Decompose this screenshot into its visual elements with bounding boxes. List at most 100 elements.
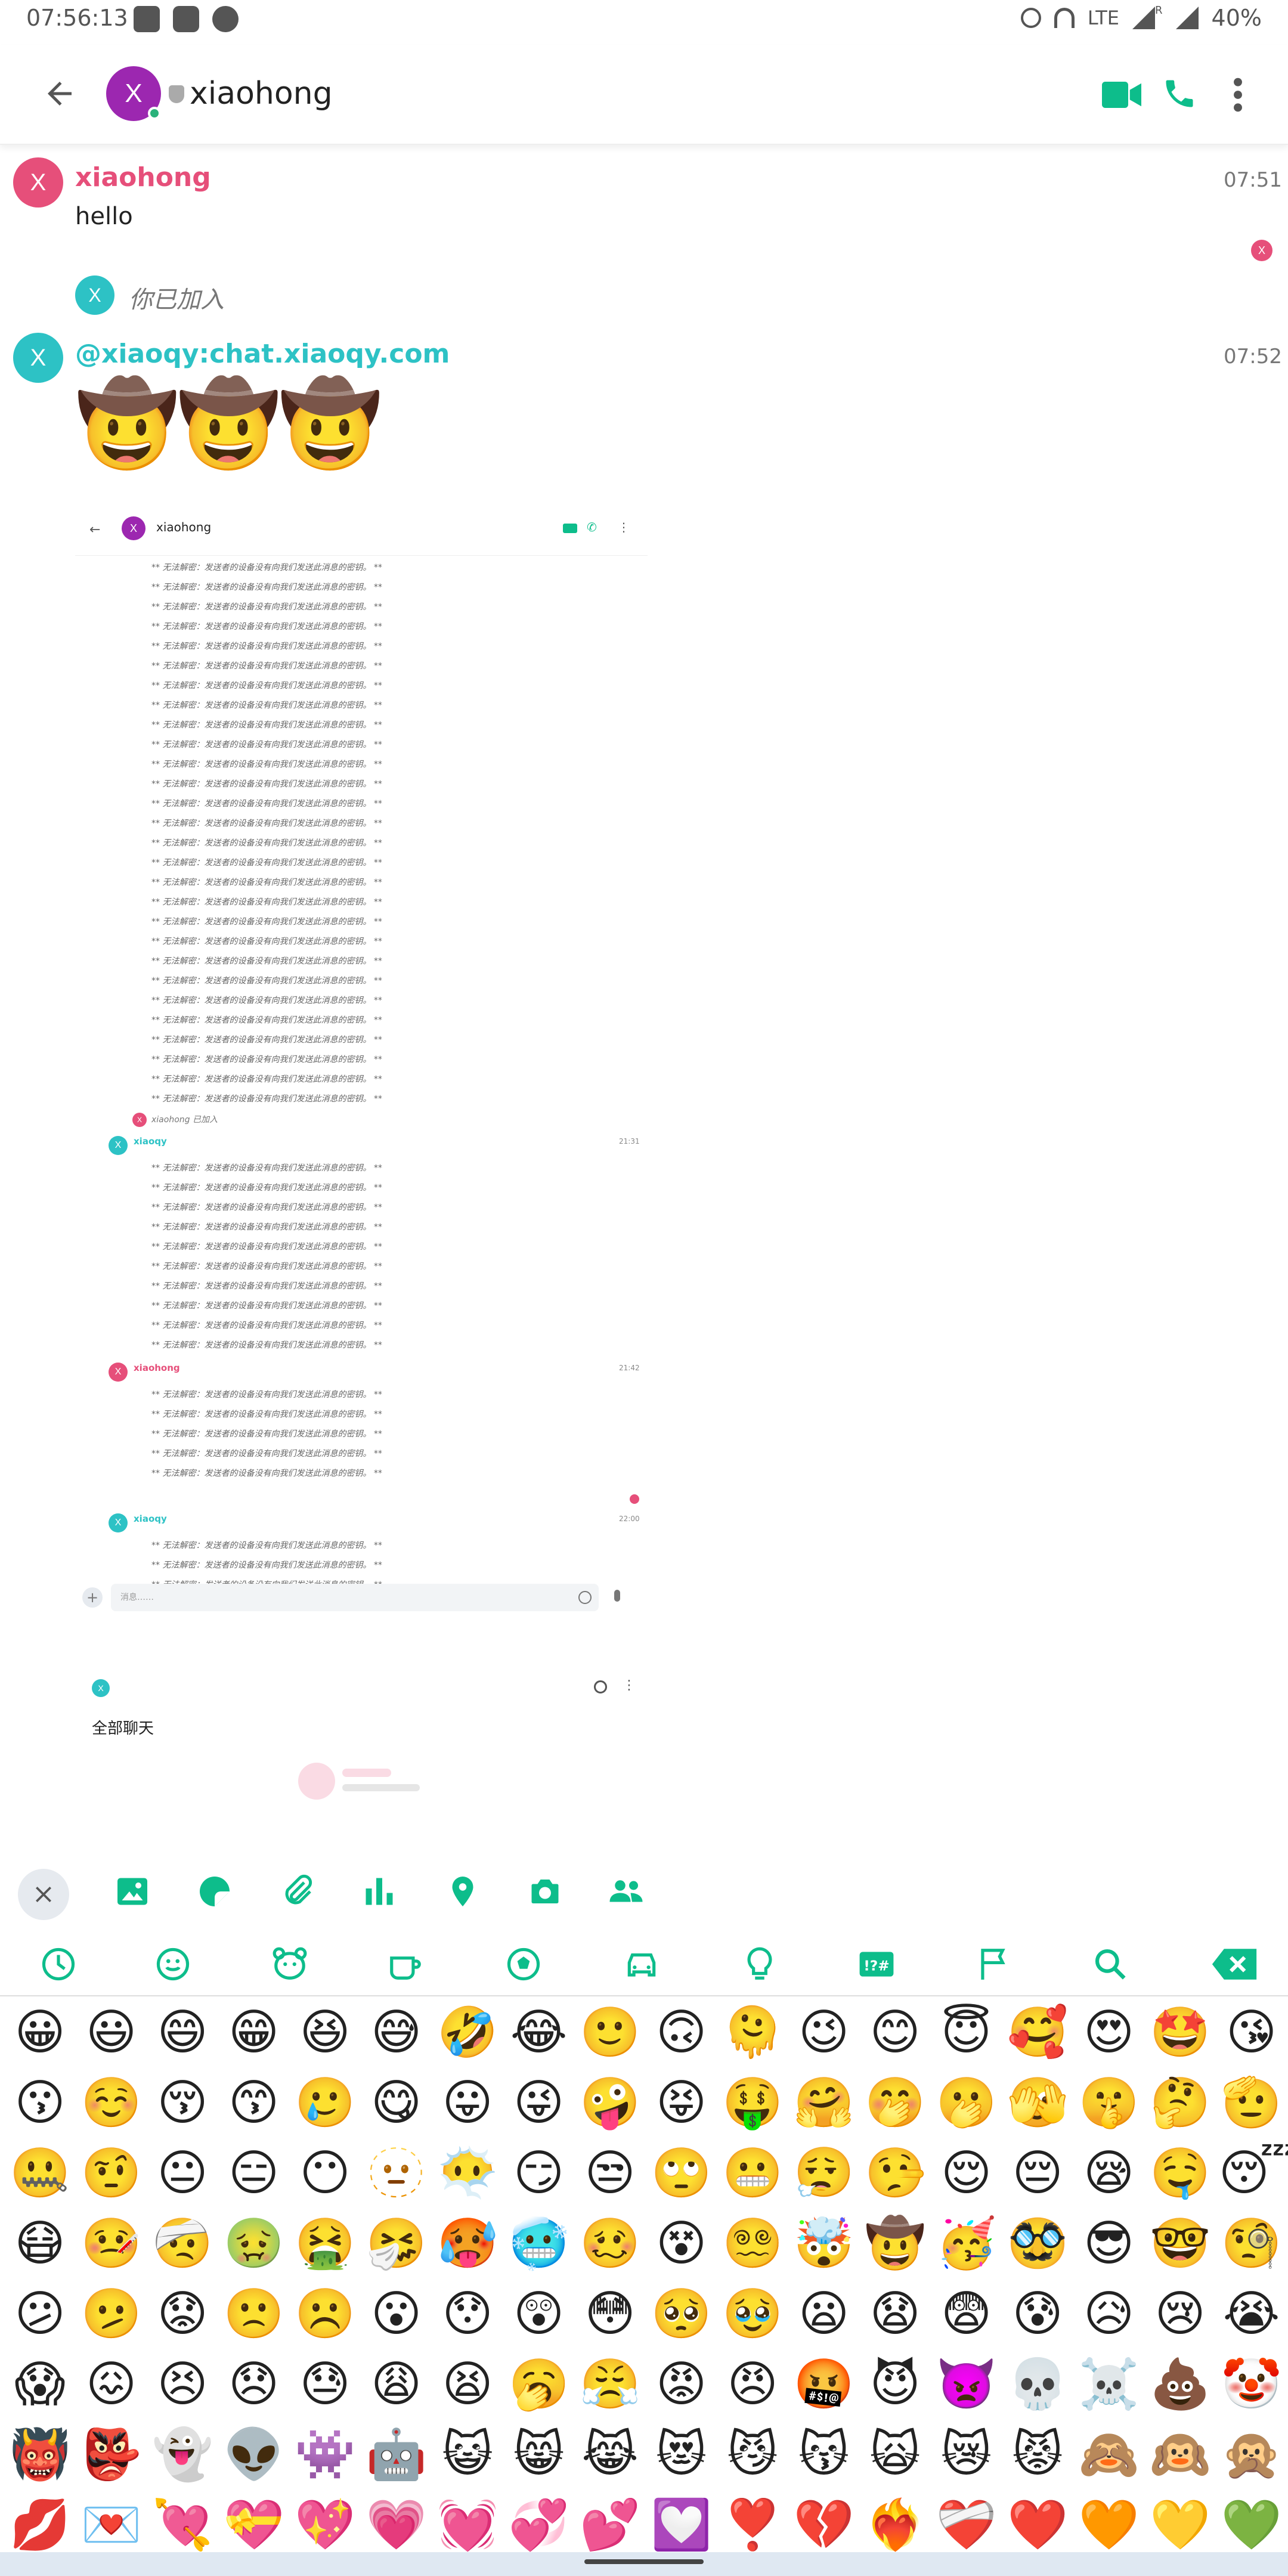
camera-button[interactable] — [524, 1870, 566, 1913]
emoji-key[interactable]: 🤢 — [221, 2211, 287, 2277]
emoji-key[interactable]: 💋 — [7, 2493, 73, 2558]
emoji-key[interactable]: 🤔 — [1147, 2070, 1213, 2136]
emoji-key[interactable]: 😡 — [649, 2352, 714, 2417]
category-recent[interactable] — [39, 1945, 78, 1983]
emoji-key[interactable]: 👾 — [292, 2422, 358, 2488]
emoji-key[interactable]: ❤️‍🔥 — [862, 2493, 928, 2558]
close-attachments-button[interactable] — [18, 1869, 69, 1920]
emoji-key[interactable]: 🤭 — [862, 2070, 928, 2136]
category-flags[interactable] — [974, 1945, 1013, 1983]
emoji-key[interactable]: 😁 — [221, 2000, 287, 2066]
emoji-key[interactable]: 🫡 — [1219, 2070, 1284, 2136]
file-button[interactable] — [277, 1870, 320, 1913]
emoji-key[interactable]: 🤡 — [1219, 2352, 1284, 2417]
emoji-key[interactable]: 💟 — [649, 2493, 714, 2558]
emoji-key[interactable]: 🤑 — [720, 2070, 785, 2136]
emoji-key[interactable]: 💓 — [435, 2493, 500, 2558]
category-activities[interactable] — [504, 1945, 543, 1983]
emoji-key[interactable]: 🤮 — [292, 2211, 358, 2277]
emoji-key[interactable]: 🙄 — [649, 2141, 714, 2206]
emoji-key[interactable]: 😧 — [862, 2281, 928, 2347]
emoji-key[interactable]: ☺️ — [79, 2070, 144, 2136]
emoji-key[interactable]: 😴 — [1219, 2141, 1288, 2206]
category-smileys[interactable] — [154, 1945, 192, 1983]
emoji-key[interactable]: 🥰 — [1005, 2000, 1070, 2066]
emoji-key[interactable]: 😌 — [934, 2141, 999, 2206]
emoji-key[interactable]: 😭 — [1219, 2281, 1284, 2347]
emoji-key[interactable]: 🥲 — [292, 2070, 358, 2136]
emoji-key[interactable]: 😤 — [577, 2352, 643, 2417]
emoji-key[interactable]: 🤤 — [1147, 2141, 1213, 2206]
emoji-key[interactable]: 💘 — [150, 2493, 215, 2558]
emoji-key[interactable]: 🥶 — [506, 2211, 572, 2277]
sender-name[interactable]: @xiaoqy:chat.xiaoqy.com — [75, 339, 450, 369]
emoji-search-button[interactable] — [1091, 1945, 1129, 1983]
emoji-key[interactable]: 😯 — [435, 2281, 500, 2347]
emoji-key[interactable]: 💌 — [79, 2493, 144, 2558]
emoji-key[interactable]: 😼 — [720, 2422, 785, 2488]
emoji-key[interactable]: 😟 — [150, 2281, 215, 2347]
emoji-key[interactable]: 🤐 — [7, 2141, 73, 2206]
emoji-key[interactable]: 🤯 — [791, 2211, 857, 2277]
emoji-key[interactable]: 😘 — [1219, 2000, 1284, 2066]
emoji-key[interactable]: ☠️ — [1076, 2352, 1142, 2417]
emoji-key[interactable]: 😱 — [7, 2352, 73, 2417]
emoji-key[interactable]: 😖 — [79, 2352, 144, 2417]
emoji-key[interactable]: 😥 — [1076, 2281, 1142, 2347]
emoji-key[interactable]: 😨 — [934, 2281, 999, 2347]
emoji-key[interactable]: 😹 — [577, 2422, 643, 2488]
emoji-key[interactable]: 😵 — [649, 2211, 714, 2277]
emoji-key[interactable]: 🤨 — [79, 2141, 144, 2206]
back-arrow-icon[interactable] — [42, 76, 78, 112]
category-symbols[interactable]: !?# — [857, 1945, 896, 1983]
emoji-key[interactable]: 😇 — [934, 2000, 999, 2066]
emoji-key[interactable]: 🙉 — [1147, 2422, 1213, 2488]
emoji-key[interactable]: 😆 — [292, 2000, 358, 2066]
emoji-key[interactable]: 😕 — [7, 2281, 73, 2347]
emoji-key[interactable]: 😎 — [1076, 2211, 1142, 2277]
emoji-key[interactable]: 🫣 — [1005, 2070, 1070, 2136]
emoji-key[interactable]: 🙁 — [221, 2281, 287, 2347]
emoji-key[interactable]: ❤️ — [1005, 2493, 1070, 2558]
emoji-key[interactable]: 😫 — [435, 2352, 500, 2417]
emoji-key[interactable]: 💗 — [364, 2493, 429, 2558]
emoji-key[interactable]: 👹 — [7, 2422, 73, 2488]
emoji-key[interactable]: 😽 — [791, 2422, 857, 2488]
emoji-key[interactable]: 🫢 — [934, 2070, 999, 2136]
category-objects[interactable] — [741, 1945, 779, 1983]
category-food[interactable] — [386, 1945, 425, 1983]
category-travel[interactable] — [623, 1945, 661, 1983]
home-gesture-pill[interactable] — [584, 2559, 704, 2564]
emoji-key[interactable]: 😒 — [577, 2141, 643, 2206]
emoji-key[interactable]: 😶‍🌫️ — [435, 2141, 500, 2206]
emoji-key[interactable]: 😙 — [221, 2070, 287, 2136]
emoji-key[interactable]: 🤥 — [862, 2141, 928, 2206]
category-animals[interactable] — [271, 1945, 309, 1983]
emoji-key[interactable]: 😶 — [292, 2141, 358, 2206]
emoji-key[interactable]: 🥵 — [435, 2211, 500, 2277]
emoji-key[interactable]: 🙈 — [1076, 2422, 1142, 2488]
emoji-key[interactable]: 🥳 — [934, 2211, 999, 2277]
emoji-key[interactable]: 🙃 — [649, 2000, 714, 2066]
emoji-key[interactable]: 😞 — [221, 2352, 287, 2417]
emoji-key[interactable]: 💖 — [292, 2493, 358, 2558]
emoji-key[interactable]: 😗 — [7, 2070, 73, 2136]
emoji-key[interactable]: 😀 — [7, 2000, 73, 2066]
emoji-key[interactable]: 🧐 — [1219, 2211, 1284, 2277]
emoji-key[interactable]: 🫠 — [720, 2000, 785, 2066]
emoji-key[interactable]: 🤠 — [862, 2211, 928, 2277]
emoji-key[interactable]: 😩 — [364, 2352, 429, 2417]
emoji-key[interactable]: 🤫 — [1076, 2070, 1142, 2136]
emoji-key[interactable]: ☹️ — [292, 2281, 358, 2347]
emoji-key[interactable]: 💝 — [221, 2493, 287, 2558]
emoji-key[interactable]: ❣️ — [720, 2493, 785, 2558]
emoji-key[interactable]: 🤕 — [150, 2211, 215, 2277]
emoji-key[interactable]: 🤒 — [79, 2211, 144, 2277]
emoji-key[interactable]: 😃 — [79, 2000, 144, 2066]
sender-avatar-xiaoqy[interactable]: X — [13, 333, 63, 383]
emoji-key[interactable]: 🤖 — [364, 2422, 429, 2488]
emoji-key[interactable]: 😪 — [1076, 2141, 1142, 2206]
emoji-key[interactable]: 🥺 — [649, 2281, 714, 2347]
emoji-key[interactable]: 🤪 — [577, 2070, 643, 2136]
emoji-key[interactable]: 😷 — [7, 2211, 73, 2277]
